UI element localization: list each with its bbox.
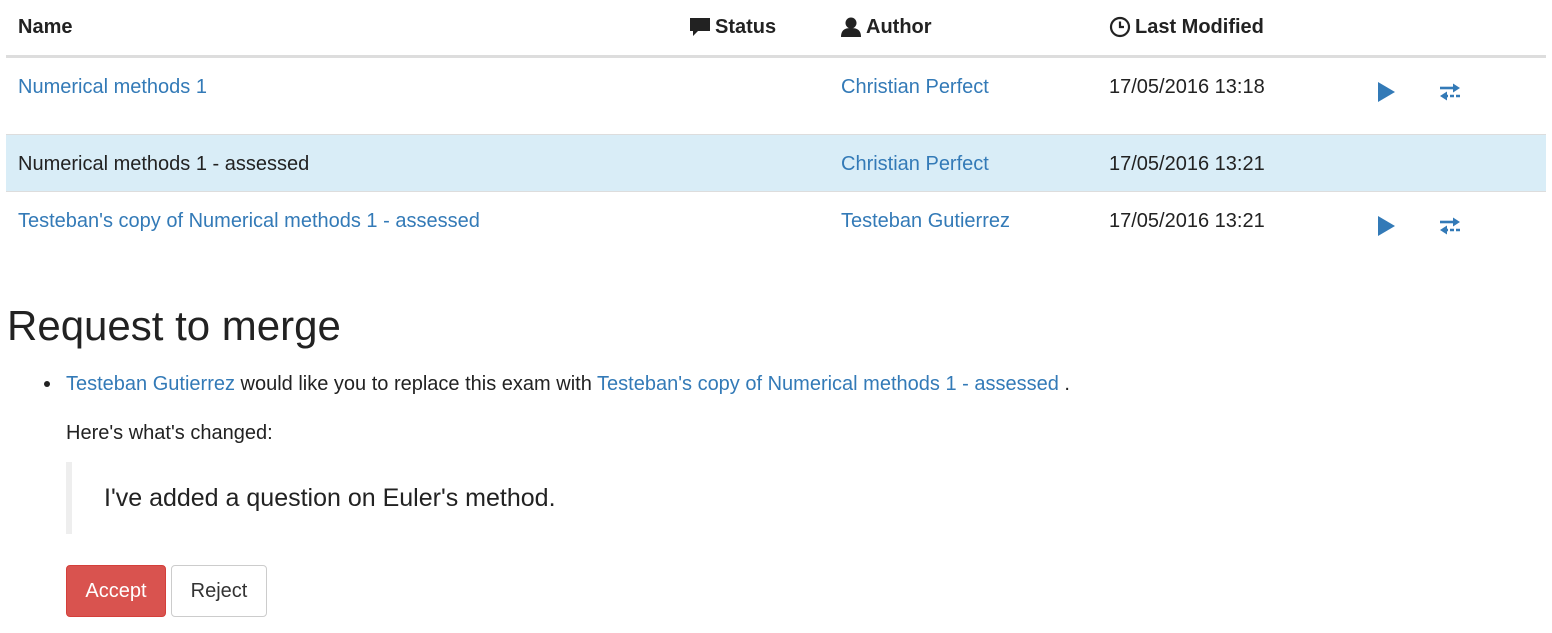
changes-label: Here's what's changed:: [66, 422, 273, 444]
column-header-author[interactable]: Author: [840, 14, 932, 40]
list-bullet: [44, 381, 50, 387]
reject-button[interactable]: Reject: [171, 565, 267, 617]
table-header: Name Status Author Last Modified: [6, 0, 1546, 58]
table-row: Numerical methods 1 Christian Perfect 17…: [6, 58, 1546, 135]
last-modified-value: 17/05/2016 13:21: [1109, 210, 1265, 232]
requester-link[interactable]: Testeban Gutierrez: [66, 373, 235, 395]
exam-name-text: Numerical methods 1 - assessed: [18, 153, 310, 175]
last-modified-value: 17/05/2016 13:18: [1109, 76, 1265, 98]
request-end: .: [1058, 373, 1070, 395]
last-modified-value: 17/05/2016 13:21: [1109, 153, 1265, 175]
play-icon[interactable]: [1374, 214, 1398, 238]
change-message-text: I've added a question on Euler's method.: [104, 484, 556, 512]
swap-icon[interactable]: [1438, 214, 1462, 238]
comment-icon: [690, 18, 710, 36]
merge-request-heading: Request to merge: [7, 302, 341, 349]
clock-icon: [1109, 16, 1131, 38]
column-header-name[interactable]: Name: [18, 14, 72, 40]
column-header-status[interactable]: Status: [689, 14, 776, 40]
change-message-quote: I've added a question on Euler's method.: [66, 462, 966, 534]
request-text: would like you to replace this exam with: [234, 373, 598, 395]
author-link[interactable]: Testeban Gutierrez: [841, 208, 1010, 234]
exam-name-link[interactable]: Numerical methods 1: [18, 74, 207, 100]
author-link[interactable]: Christian Perfect: [841, 151, 989, 177]
accept-button[interactable]: Accept: [66, 565, 166, 617]
play-icon[interactable]: [1374, 80, 1398, 104]
column-header-author-label: Author: [866, 16, 932, 38]
exam-name-link[interactable]: Testeban's copy of Numerical methods 1 -…: [18, 208, 480, 234]
merge-request-description: Testeban Gutierrez would like you to rep…: [66, 370, 1070, 398]
user-icon: [841, 17, 861, 37]
column-header-name-label: Name: [18, 16, 73, 38]
column-header-last-modified[interactable]: Last Modified: [1109, 14, 1264, 40]
projects-table: Name Status Author Last Modified Numeric…: [6, 0, 1546, 236]
column-header-status-label: Status: [715, 16, 777, 38]
column-header-last-modified-label: Last Modified: [1135, 16, 1264, 38]
swap-icon[interactable]: [1438, 80, 1462, 104]
table-row-current: Numerical methods 1 - assessed Christian…: [6, 135, 1546, 192]
target-exam-link[interactable]: Testeban's copy of Numerical methods 1 -…: [597, 373, 1059, 395]
author-link[interactable]: Christian Perfect: [841, 74, 989, 100]
table-row: Testeban's copy of Numerical methods 1 -…: [6, 192, 1546, 268]
